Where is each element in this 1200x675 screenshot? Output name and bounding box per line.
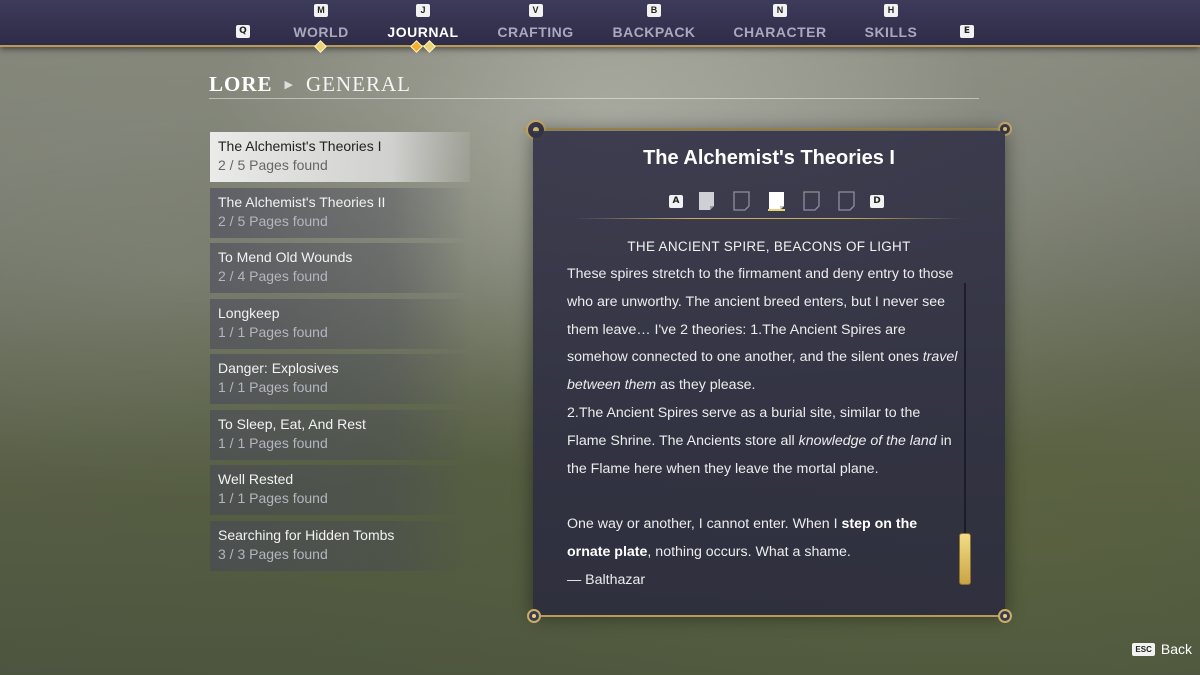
scrollbar-thumb[interactable] <box>959 533 971 585</box>
next-tab-key[interactable]: E <box>960 25 974 38</box>
lore-entry-danger-explosives[interactable]: Danger: Explosives 1 / 1 Pages found <box>210 354 470 404</box>
lore-entry-to-sleep-eat-and-rest[interactable]: To Sleep, Eat, And Rest 1 / 1 Pages foun… <box>210 409 470 460</box>
breadcrumb-general: GENERAL <box>305 72 411 96</box>
esc-key: ESC <box>1132 642 1155 656</box>
tab-backpack[interactable]: B BACKPACK <box>612 4 696 47</box>
lore-entry-longkeep[interactable]: Longkeep 1 / 1 Pages found <box>210 298 470 349</box>
lore-entry-title: Longkeep <box>218 304 280 321</box>
tab-character[interactable]: N CHARACTER <box>733 4 827 47</box>
tab-journal-label: JOURNAL <box>387 24 459 40</box>
prev-page-key[interactable]: A <box>669 194 683 208</box>
text-run: These spires stretch to the firmament an… <box>567 266 954 366</box>
tab-crafting-label: CRAFTING <box>497 24 574 40</box>
text-run: One way or another, I cannot enter. When… <box>567 516 842 533</box>
lore-entry-alchemists-theories-1[interactable]: The Alchemist's Theories I 2 / 5 Pages f… <box>210 132 470 182</box>
lore-detail-panel: The Alchemist's Theories I A D THE ANCIE… <box>533 131 1005 616</box>
entry-signature: — Balthazar <box>567 571 646 588</box>
lore-entry-searching-for-hidden-tombs[interactable]: Searching for Hidden Tombs 3 / 3 Pages f… <box>210 520 470 571</box>
next-page-key[interactable]: D <box>870 194 884 208</box>
panel-top-border <box>523 128 1010 130</box>
entry-heading: THE ANCIENT SPIRE, BEACONS OF LIGHT <box>627 239 911 254</box>
lore-entry-title: Well Rested <box>218 471 294 487</box>
tab-journal-key: J <box>416 4 430 17</box>
chevron-right-icon: ▶ <box>284 79 294 91</box>
page-missing-icon[interactable] <box>732 191 751 211</box>
entry-body-text: These spires stretch to the firmament an… <box>567 261 959 595</box>
lore-entry-list: The Alchemist's Theories I 2 / 5 Pages f… <box>210 132 470 576</box>
page-current-icon[interactable] <box>767 191 786 211</box>
entry-paragraph-3: One way or another, I cannot enter. When… <box>567 511 959 567</box>
back-button[interactable]: ESC Back <box>1132 641 1192 657</box>
entry-paragraph-2: 2.The Ancient Spires serve as a burial s… <box>567 400 959 483</box>
breadcrumb-lore[interactable]: LORE <box>209 72 273 97</box>
emphasis-text: knowledge of the land <box>798 432 937 449</box>
lore-entry-title: Danger: Explosives <box>218 360 339 376</box>
text-run: as they please. <box>656 377 756 394</box>
scrollbar-track[interactable] <box>964 283 966 573</box>
lore-entry-count: 1 / 1 Pages found <box>218 434 328 451</box>
lore-entry-count: 2 / 5 Pages found <box>218 157 328 173</box>
tab-world-key: M <box>314 4 328 17</box>
prev-tab-key[interactable]: Q <box>236 25 250 38</box>
panel-bottom-border <box>528 615 1008 617</box>
top-nav-bar: Q M WORLD J JOURNAL V CRAFTING B BACKPAC… <box>0 0 1200 53</box>
lore-entry-count: 1 / 1 Pages found <box>218 379 328 395</box>
ornament-icon <box>527 609 541 623</box>
lore-entry-title: To Sleep, Eat, And Rest <box>218 415 366 432</box>
tab-crafting[interactable]: V CRAFTING <box>497 4 574 47</box>
tab-journal[interactable]: J JOURNAL <box>387 4 459 53</box>
back-label: Back <box>1160 641 1192 657</box>
lore-entry-title: To Mend Old Wounds <box>218 249 353 265</box>
tab-character-label: CHARACTER <box>733 24 827 40</box>
lore-entry-alchemists-theories-2[interactable]: The Alchemist's Theories II 2 / 5 Pages … <box>210 187 470 238</box>
lore-entry-count: 1 / 1 Pages found <box>218 490 328 506</box>
lore-entry-count: 2 / 4 Pages found <box>218 268 328 284</box>
text-run: , nothing occurs. What a shame. <box>647 543 851 560</box>
lore-entry-title: The Alchemist's Theories II <box>218 193 386 210</box>
lore-entry-count: 3 / 3 Pages found <box>218 545 328 562</box>
tab-skills-label: SKILLS <box>864 24 918 40</box>
tab-world-label: WORLD <box>293 24 349 40</box>
page-missing-icon[interactable] <box>837 191 856 211</box>
divider <box>573 218 965 219</box>
entry-paragraph-1: These spires stretch to the firmament an… <box>567 261 959 400</box>
tab-backpack-key: B <box>647 4 661 17</box>
tab-character-key: N <box>773 4 787 17</box>
breadcrumb: LORE ▶ GENERAL <box>209 71 979 99</box>
tab-backpack-label: BACKPACK <box>612 24 696 40</box>
lore-entry-title: Searching for Hidden Tombs <box>218 526 395 543</box>
tab-skills-key: H <box>884 4 898 17</box>
tab-world[interactable]: M WORLD <box>293 4 349 53</box>
ornament-icon <box>998 609 1012 623</box>
page-missing-icon[interactable] <box>802 191 821 211</box>
lore-entry-title: The Alchemist's Theories I <box>218 138 382 154</box>
tab-crafting-key: V <box>528 4 543 17</box>
detail-title: The Alchemist's Theories I <box>643 147 895 169</box>
page-selector: A D <box>663 190 890 212</box>
lore-entry-count: 1 / 1 Pages found <box>218 323 328 340</box>
lore-entry-count: 2 / 5 Pages found <box>218 212 328 229</box>
page-found-icon[interactable] <box>697 191 716 211</box>
lore-entry-to-mend-old-wounds[interactable]: To Mend Old Wounds 2 / 4 Pages found <box>210 243 470 293</box>
lore-entry-well-rested[interactable]: Well Rested 1 / 1 Pages found <box>210 465 470 515</box>
tab-skills[interactable]: H SKILLS <box>864 4 918 47</box>
